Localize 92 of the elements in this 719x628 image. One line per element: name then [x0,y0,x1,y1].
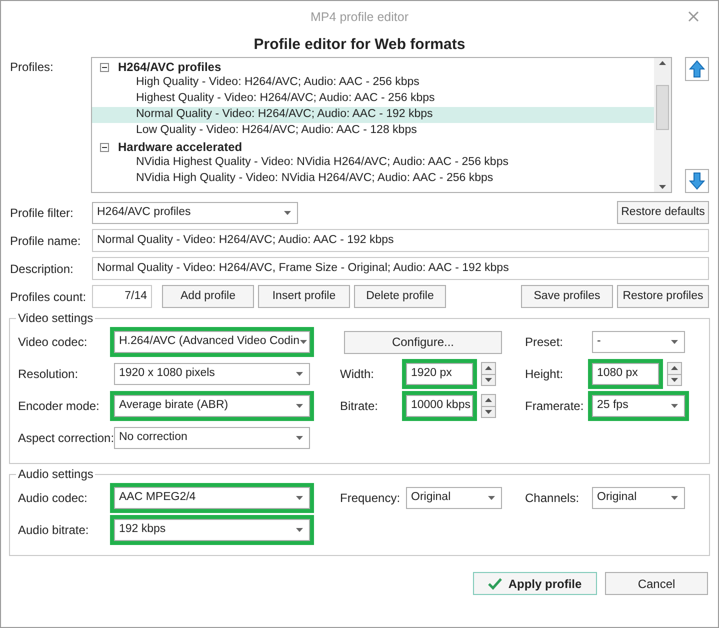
dropdown[interactable]: 1920 x 1080 pixels [114,363,310,385]
restore-defaults-button[interactable]: Restore defaults [617,201,709,224]
move-up-button[interactable] [685,57,709,81]
dropdown[interactable]: 192 kbps [114,519,310,541]
field-label: Bitrate: [340,398,380,415]
field-label: Video codec: [18,334,88,351]
dropdown-value: 1920 x 1080 pixels [119,366,215,382]
dropdown-caret-icon [671,404,678,408]
cancel-button[interactable]: Cancel [605,572,708,595]
field-label: Profiles: [10,59,54,76]
move-down-button[interactable] [685,169,709,193]
tree-item[interactable]: NVidia High Quality - Video: NVidia H264/AVC; Audio: AAC - 256 kbps [92,171,654,187]
collapse-toggle[interactable] [100,62,109,72]
tree-item[interactable]: NVidia Highest Quality - Video: NVidia H264/AVC; Audio: AAC - 256 kbps [92,155,654,171]
dialog-heading: Profile editor for Web formats [254,35,466,55]
dropdown[interactable]: H264/AVC profiles [92,202,298,224]
collapse-toggle[interactable] [100,142,109,152]
dropdown-caret-icon [488,496,495,500]
spinner-arrows-icon[interactable] [667,362,682,386]
dropdown-value: Average birate (ABR) [119,398,228,414]
tree-group[interactable]: H264/AVC profiles [118,58,222,76]
field-label: Framerate: [525,398,585,415]
close-icon[interactable] [688,11,699,22]
up-arrow-icon [689,60,705,78]
scroll-down-icon[interactable] [659,185,666,189]
tree-item[interactable]: High Quality - Video: H264/AVC; Audio: AAC - 256 kbps [92,75,654,91]
dropdown[interactable]: Original [592,487,685,509]
field-label: Profile filter: [10,204,74,222]
apply-profile-button[interactable]: Apply profile [473,572,597,595]
field-label: Audio codec: [18,490,88,507]
profile-action-button[interactable]: Insert profile [258,285,350,308]
field-label: Profile name: [10,232,82,250]
dropdown-caret-icon [296,404,303,408]
group-title: Video settings [16,310,96,326]
dropdown-value: H.264/AVC (Advanced Video Codin [119,334,300,350]
field-label: Preset: [525,334,564,351]
dropdown-caret-icon [296,528,303,532]
field-label: Frequency: [340,490,402,507]
dropdown[interactable]: 25 fps [592,395,685,417]
dropdown-value: 25 fps [597,398,628,414]
spinner-arrows-icon[interactable] [481,362,496,386]
dropdown-value: Original [411,490,451,506]
dropdown-value: H264/AVC profiles [97,204,191,220]
profile-action-button[interactable]: Add profile [162,285,254,308]
down-arrow-icon [689,172,705,190]
configure-button[interactable]: Configure... [344,330,502,354]
profile-action-button[interactable]: Delete profile [354,285,446,308]
dropdown[interactable]: - [592,331,685,353]
dropdown-caret-icon [284,210,291,214]
dropdown-caret-icon [296,372,303,376]
dropdown-caret-icon [671,340,678,344]
tree-item[interactable]: Highest Quality - Video: H264/AVC; Audio: AAC - 256 kbps [92,91,654,107]
dropdown[interactable]: Original [406,487,502,509]
tree-group[interactable]: Hardware accelerated [118,138,242,156]
dropdown-caret-icon [296,496,303,500]
field-label: Profiles count: [10,288,88,306]
scroll-up-icon[interactable] [659,61,666,65]
number-field[interactable]: 1920 px [406,363,473,385]
dropdown[interactable]: No correction [114,427,310,449]
number-field[interactable]: 10000 kbps [406,395,473,417]
profile-name-field[interactable]: Normal Quality - Video: H264/AVC; Audio: AAC - 192 kbps [92,229,709,252]
dropdown-caret-icon [671,496,678,500]
field-label: Channels: [525,490,580,507]
dropdown-value: 192 kbps [119,522,166,538]
profiles-tree[interactable] [91,57,672,193]
group-title: Audio settings [16,466,96,482]
window-title: MP4 profile editor [310,8,408,26]
dropdown-caret-icon [300,340,306,344]
dropdown[interactable]: H.264/AVC (Advanced Video Codin [114,331,310,353]
profile-file-button[interactable]: Save profiles [521,285,613,308]
checkmark-icon [488,578,502,590]
dropdown[interactable]: Average birate (ABR) [114,395,310,417]
profile-file-button[interactable]: Restore profiles [617,285,709,308]
number-field[interactable]: 1080 px [592,363,659,385]
count-field: 7/14 [92,285,152,308]
field-label: Audio bitrate: [18,522,90,539]
field-label: Encoder mode: [18,398,100,415]
tree-item[interactable]: Low Quality - Video: H264/AVC; Audio: AAC - 128 kbps [92,123,654,139]
dropdown-value: Original [597,490,637,506]
description-field[interactable]: Normal Quality - Video: H264/AVC, Frame Size - Original; Audio: AAC - 192 kbps [92,257,709,280]
field-label: Resolution: [18,366,80,383]
dropdown[interactable]: AAC MPEG2/4 [114,487,310,509]
field-label: Width: [340,366,376,383]
field-label: Height: [525,366,564,383]
dropdown-value: AAC MPEG2/4 [119,490,196,506]
spinner-arrows-icon[interactable] [481,394,496,418]
tree-item[interactable]: Normal Quality - Video: H264/AVC; Audio: AAC - 192 kbps [92,107,654,123]
field-label: Description: [10,260,74,278]
dropdown-value: - [597,334,601,350]
dropdown-caret-icon [296,436,303,440]
dropdown-value: No correction [119,430,188,446]
scrollbar[interactable] [654,58,671,192]
